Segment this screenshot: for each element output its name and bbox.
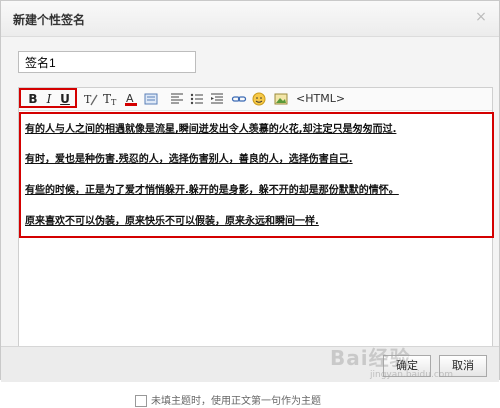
underline-button[interactable]: U (57, 91, 73, 107)
highlight-icon[interactable] (143, 91, 159, 107)
content-line: 有时，爱也是种伤害.残忍的人，选择伤害别人，善良的人，选择伤害自己. (25, 154, 353, 165)
content-line: 原来喜欢不可以伪装，原来快乐不可以假装，原来永远和瞬间一样. (25, 216, 319, 227)
use-first-sentence-label: 未填主题时，使用正文第一句作为主题 (151, 396, 321, 407)
signature-name-input[interactable] (18, 51, 196, 73)
dialog-titlebar: 新建个性签名 × (1, 1, 499, 37)
content-line: 有的人与人之间的相遇就像是流星,瞬间迸发出令人羡慕的火花,却注定只是匆匆而过. (25, 124, 397, 135)
indent-icon[interactable] (209, 91, 225, 107)
cancel-button[interactable]: 取消 (439, 355, 487, 377)
rich-text-editor: B I U T TT A <HTML> 有的人与人之间的相遇就像是流星,瞬间迸发… (18, 87, 494, 349)
italic-button[interactable]: I (41, 91, 57, 107)
list-icon[interactable] (189, 91, 205, 107)
use-first-sentence-option: 未填主题时，使用正文第一句作为主题 (135, 392, 321, 407)
ok-button[interactable]: 确定 (383, 355, 431, 377)
font-color-icon[interactable]: A (123, 91, 139, 107)
content-line: 有些的时候，正是为了爱才悄悄躲开.躲开的是身影，躲不开的却是那份默默的情怀。 (25, 185, 399, 196)
use-first-sentence-checkbox[interactable] (135, 395, 147, 407)
dialog-title: 新建个性签名 (13, 13, 86, 27)
link-icon[interactable] (231, 91, 247, 107)
emoji-icon[interactable] (251, 91, 267, 107)
svg-text:T: T (84, 93, 92, 106)
dialog-footer: 确定 取消 (1, 346, 499, 382)
html-mode-button[interactable]: <HTML> (296, 91, 345, 107)
align-left-icon[interactable] (169, 91, 185, 107)
svg-text:T: T (111, 98, 117, 107)
new-signature-dialog: 新建个性签名 × B I U T TT A (0, 0, 500, 382)
editor-toolbar: B I U T TT A <HTML> (19, 88, 492, 111)
close-icon[interactable]: × (473, 9, 489, 25)
font-size-icon[interactable]: TT (103, 91, 119, 107)
svg-text:T: T (103, 92, 111, 106)
signature-content-area[interactable]: 有的人与人之间的相遇就像是流星,瞬间迸发出令人羡慕的火花,却注定只是匆匆而过. … (19, 112, 494, 238)
format-clear-icon[interactable]: T (83, 91, 99, 107)
image-icon[interactable] (273, 91, 289, 107)
bold-button[interactable]: B (25, 91, 41, 107)
